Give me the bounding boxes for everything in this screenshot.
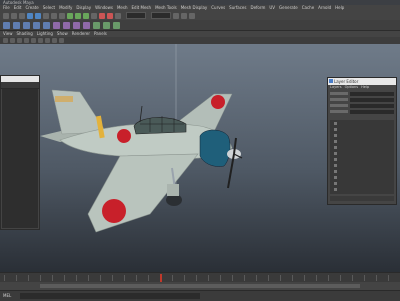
select-component-icon[interactable] — [59, 12, 65, 19]
ipr-render-icon[interactable] — [107, 12, 113, 19]
combine-icon[interactable] — [53, 21, 60, 29]
sphere-icon[interactable] — [3, 21, 10, 29]
extrude-icon[interactable] — [73, 21, 80, 29]
panel-field-row — [330, 91, 394, 96]
list-item[interactable] — [330, 186, 394, 192]
visibility-checkbox[interactable] — [334, 169, 337, 173]
field-label — [330, 92, 348, 95]
maya-icon — [329, 79, 333, 83]
textured-icon[interactable] — [31, 38, 36, 43]
layer-editor-panel[interactable]: Layer Editor Layers Options Help — [327, 77, 397, 205]
outliner-toolbar — [1, 82, 39, 89]
field-input[interactable] — [350, 103, 394, 108]
snap-point-icon[interactable] — [83, 12, 89, 19]
cube-icon[interactable] — [13, 21, 20, 29]
visibility-checkbox[interactable] — [334, 187, 337, 191]
select-hierarchy-icon[interactable] — [43, 12, 49, 19]
visibility-checkbox[interactable] — [334, 181, 337, 185]
uv-editor-icon[interactable] — [113, 21, 120, 29]
panel-field-row — [330, 97, 394, 102]
render-icon[interactable] — [99, 12, 105, 19]
visibility-checkbox[interactable] — [334, 127, 337, 131]
near-wing-hinomaru — [102, 199, 126, 223]
plane-icon[interactable] — [43, 21, 50, 29]
wireframe-icon[interactable] — [17, 38, 22, 43]
save-scene-icon[interactable] — [19, 12, 25, 19]
visibility-checkbox[interactable] — [334, 139, 337, 143]
visibility-checkbox[interactable] — [334, 163, 337, 167]
propeller-blade-2 — [227, 153, 235, 189]
near-wing — [87, 153, 199, 233]
workspace-selector[interactable] — [151, 12, 171, 19]
panel-item-list[interactable] — [330, 120, 394, 194]
shelf — [0, 20, 400, 31]
current-frame-marker[interactable] — [160, 274, 162, 282]
visibility-checkbox[interactable] — [334, 145, 337, 149]
outliner-panel[interactable] — [0, 75, 40, 230]
viewport-toolbar — [0, 37, 400, 44]
camera-icon[interactable] — [3, 38, 8, 43]
engine-cowling — [199, 129, 231, 167]
channel-box-icon[interactable] — [189, 12, 195, 19]
isolate-icon[interactable] — [52, 38, 57, 43]
panel-menu-options[interactable]: Options — [345, 85, 359, 90]
visibility-checkbox[interactable] — [334, 133, 337, 137]
bridge-icon[interactable] — [93, 21, 100, 29]
visibility-checkbox[interactable] — [334, 157, 337, 161]
smooth-shade-icon[interactable] — [24, 38, 29, 43]
field-input[interactable] — [350, 109, 394, 114]
fuselage-hinomaru — [117, 129, 131, 143]
snap-grid-icon[interactable] — [67, 12, 73, 19]
quick-search-field[interactable] — [126, 12, 146, 19]
panel-menu-layers[interactable]: Layers — [330, 85, 342, 90]
snap-curve-icon[interactable] — [75, 12, 81, 19]
cylinder-icon[interactable] — [23, 21, 30, 29]
visibility-checkbox[interactable] — [334, 151, 337, 155]
visibility-checkbox[interactable] — [334, 121, 337, 125]
open-scene-icon[interactable] — [11, 12, 17, 19]
attribute-editor-icon[interactable] — [181, 12, 187, 19]
smooth-icon[interactable] — [103, 21, 110, 29]
landing-gear-cover — [167, 184, 179, 196]
field-input[interactable] — [350, 91, 394, 96]
lights-icon[interactable] — [38, 38, 43, 43]
xray-icon[interactable] — [59, 38, 64, 43]
antenna-mast — [139, 105, 143, 123]
cone-icon[interactable] — [33, 21, 40, 29]
visibility-checkbox[interactable] — [334, 175, 337, 179]
panel-menu-bar: Layers Options Help — [328, 85, 396, 90]
field-label — [330, 104, 348, 107]
undo-icon[interactable] — [27, 12, 33, 19]
panel-menu-help[interactable]: Help — [361, 85, 369, 90]
field-label — [330, 110, 348, 113]
command-language-label[interactable]: MEL — [3, 293, 11, 298]
outliner-list[interactable] — [2, 89, 38, 228]
far-wing-hinomaru — [211, 95, 225, 109]
redo-icon[interactable] — [35, 12, 41, 19]
cockpit-canopy — [133, 117, 187, 135]
timeline-ticks — [4, 275, 396, 281]
range-slider-bar[interactable] — [40, 284, 360, 288]
history-icon[interactable] — [91, 12, 97, 19]
grid-icon[interactable] — [10, 38, 15, 43]
command-input[interactable] — [20, 293, 200, 299]
bevel-icon[interactable] — [83, 21, 90, 29]
panel-title-bar[interactable]: Layer Editor — [328, 78, 396, 85]
panel-footer — [330, 196, 394, 201]
panel-title: Layer Editor — [334, 79, 359, 84]
shadows-icon[interactable] — [45, 38, 50, 43]
modeling-toolkit-icon[interactable] — [173, 12, 179, 19]
fin-marking-patch — [55, 96, 73, 102]
render-settings-icon[interactable] — [115, 12, 121, 19]
new-scene-icon[interactable] — [3, 12, 9, 19]
separate-icon[interactable] — [63, 21, 70, 29]
status-line — [0, 11, 400, 20]
panel-field-row — [330, 109, 394, 114]
select-object-icon[interactable] — [51, 12, 57, 19]
field-input[interactable] — [350, 97, 394, 102]
command-line: MEL — [0, 290, 400, 301]
field-label — [330, 98, 348, 101]
panel-field-row — [330, 103, 394, 108]
range-slider[interactable] — [0, 282, 400, 290]
